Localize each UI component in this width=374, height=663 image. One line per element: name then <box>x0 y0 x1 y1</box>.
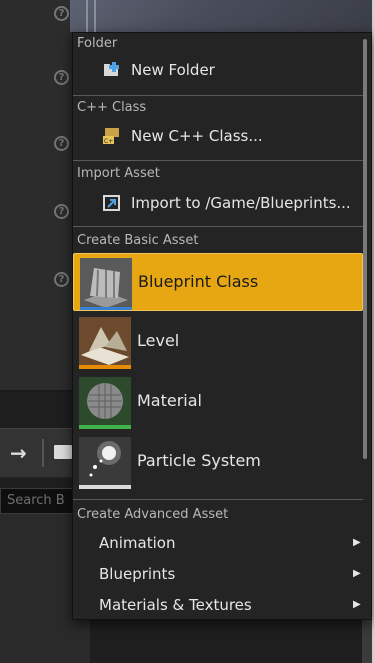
blueprint-class-icon <box>80 258 132 310</box>
level-icon <box>79 317 131 369</box>
chevron-right-icon: ▶ <box>353 599 361 610</box>
material-label: Material <box>137 391 202 410</box>
section-header-create-basic-asset: Create Basic Asset <box>77 233 199 248</box>
material-icon <box>79 377 131 429</box>
particle-system-icon <box>79 437 131 489</box>
section-header-import-asset: Import Asset <box>77 166 160 181</box>
new-folder-item[interactable]: New Folder <box>73 55 363 85</box>
submenu-materials-textures[interactable]: Materials & Textures ▶ <box>73 590 363 620</box>
submenu-animation[interactable]: Animation ▶ <box>73 528 363 558</box>
folder-icon[interactable] <box>54 445 72 459</box>
submenu-materials-textures-label: Materials & Textures <box>99 596 252 614</box>
chevron-right-icon: ▶ <box>353 568 361 579</box>
section-header-create-advanced-asset: Create Advanced Asset <box>77 507 229 522</box>
submenu-blueprints-label: Blueprints <box>99 565 176 583</box>
help-icon[interactable]: ? <box>54 70 69 85</box>
help-icon[interactable]: ? <box>54 136 69 151</box>
level-item[interactable]: Level <box>73 313 363 371</box>
particle-system-item[interactable]: Particle System <box>73 433 363 491</box>
help-icon[interactable]: ? <box>54 272 69 287</box>
section-header-folder: Folder <box>77 36 118 51</box>
new-cpp-class-label: New C++ Class... <box>131 127 263 145</box>
blueprint-class-label: Blueprint Class <box>138 272 259 291</box>
help-icon[interactable]: ? <box>54 6 69 21</box>
level-label: Level <box>137 331 180 350</box>
import-to-label: Import to /Game/Blueprints... <box>131 194 351 212</box>
submenu-blueprints[interactable]: Blueprints ▶ <box>73 559 363 589</box>
viewport-preview <box>70 0 374 32</box>
material-item[interactable]: Material <box>73 373 363 431</box>
new-folder-icon <box>104 62 119 76</box>
help-icon[interactable]: ? <box>54 204 69 219</box>
add-new-context-menu: Folder New Folder C++ Class C++ New C++ … <box>72 32 372 620</box>
section-header-cpp-class: C++ Class <box>77 100 147 115</box>
submenu-animation-label: Animation <box>99 534 176 552</box>
chevron-right-icon: ▶ <box>353 537 361 548</box>
svg-text:C++: C++ <box>104 138 118 144</box>
blueprint-class-item[interactable]: Blueprint Class <box>73 253 363 311</box>
particle-system-label: Particle System <box>137 451 261 470</box>
cpp-class-icon: C++ <box>103 128 119 144</box>
forward-arrow-icon[interactable]: → <box>10 441 27 465</box>
new-cpp-class-item[interactable]: C++ New C++ Class... <box>73 121 363 151</box>
import-icon <box>103 195 120 211</box>
new-folder-label: New Folder <box>131 61 215 79</box>
import-to-item[interactable]: Import to /Game/Blueprints... <box>73 188 363 218</box>
